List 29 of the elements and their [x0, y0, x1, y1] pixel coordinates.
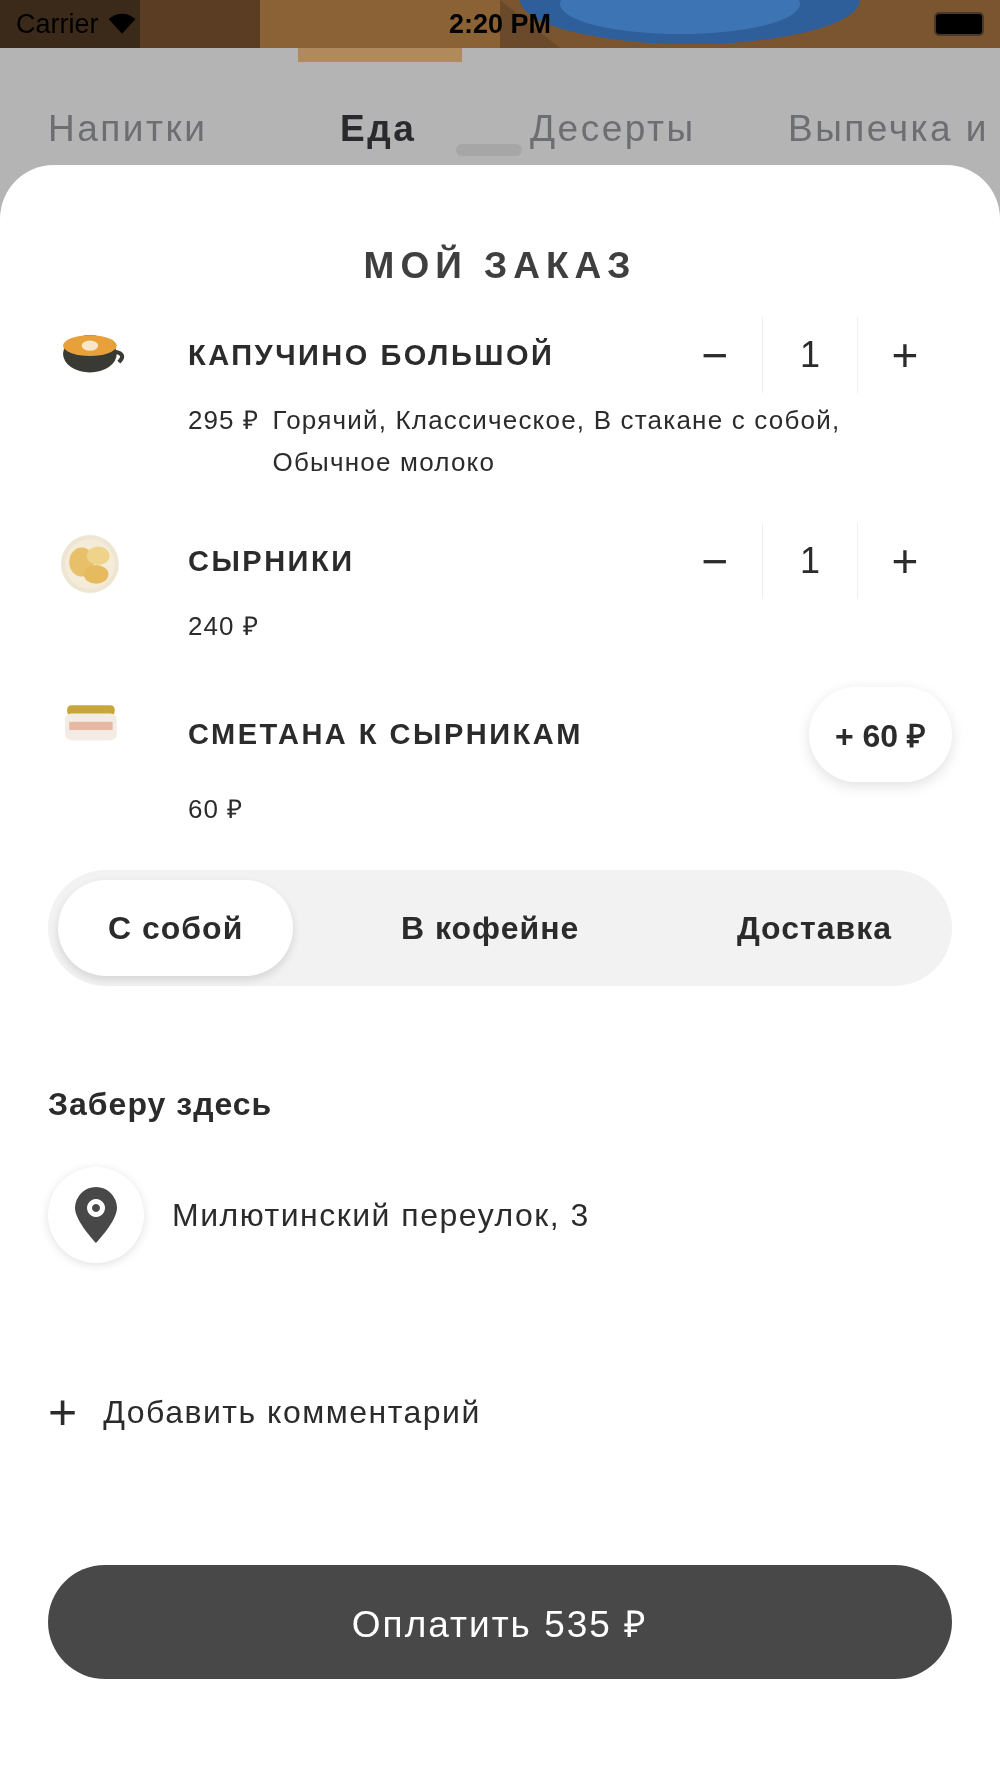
item-name: КАПУЧИНО БОЛЬШОЙ	[188, 338, 555, 372]
order-type-option[interactable]: С собой	[58, 880, 294, 976]
pickup-address: Милютинский переулок, 3	[172, 1196, 590, 1234]
decrease-button[interactable]: −	[668, 523, 762, 599]
quantity-value: 1	[762, 317, 858, 393]
add-button[interactable]: + 60 ₽	[808, 687, 952, 782]
wifi-icon	[106, 13, 137, 35]
item-price: 240 ₽	[188, 610, 259, 643]
order-title: МОЙ ЗАКАЗ	[362, 245, 638, 287]
battery-icon	[934, 12, 984, 36]
item-price: 60 ₽	[188, 793, 244, 826]
order-type-option[interactable]: Доставка	[686, 880, 942, 976]
clock-time: 2:20 PM	[448, 8, 551, 40]
quantity-value: 1	[762, 523, 858, 599]
category-tab[interactable]: Еда	[340, 77, 417, 150]
carrier-label: Carrier	[16, 8, 99, 40]
section-heading: Заберу здесь	[48, 1086, 274, 1123]
plus-icon[interactable]: +	[48, 1387, 78, 1437]
increase-button[interactable]: +	[858, 523, 952, 599]
pay-button[interactable]: Оплатить 535 ₽	[48, 1565, 952, 1679]
increase-button[interactable]: +	[858, 317, 952, 393]
item-name: СЫРНИКИ	[188, 544, 355, 578]
item-price: 295 ₽	[188, 404, 259, 437]
location-button[interactable]	[48, 1167, 144, 1263]
decrease-button[interactable]: −	[668, 317, 762, 393]
add-comment-link[interactable]: Добавить комментарий	[103, 1393, 481, 1431]
item-name: СМЕТАНА К СЫРНИКАМ	[188, 718, 583, 751]
item-options: Горячий, Классическое, В стакане с собой, Обычное молоко	[272, 399, 952, 483]
order-type-option[interactable]: В кофейне	[350, 880, 630, 976]
